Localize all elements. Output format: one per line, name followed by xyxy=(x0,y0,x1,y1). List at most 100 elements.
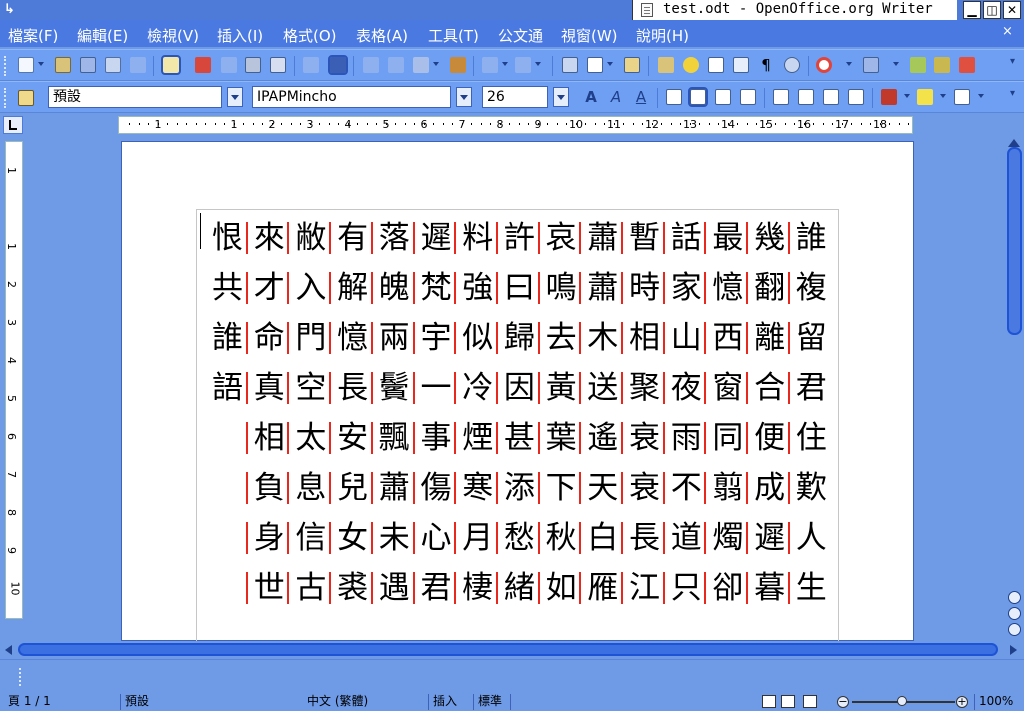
character[interactable]: 成 xyxy=(749,466,790,510)
character[interactable]: 甚 xyxy=(499,416,540,460)
character[interactable]: 門 xyxy=(290,316,331,360)
character[interactable]: 添 xyxy=(499,466,540,510)
character[interactable]: 兩 xyxy=(374,316,415,360)
character[interactable]: 歸 xyxy=(499,316,540,360)
save-as-dropdown-icon[interactable] xyxy=(893,62,899,66)
character[interactable]: 息 xyxy=(290,466,331,510)
vertical-ruler[interactable]: 1 1 2 3 4 5 6 7 8 9 10 xyxy=(5,141,23,619)
extra-icon-2[interactable] xyxy=(934,57,950,73)
character[interactable]: 一 xyxy=(416,366,457,410)
page-indicator[interactable]: 頁 1 / 1 xyxy=(4,694,51,710)
font-size-field[interactable]: 26 xyxy=(482,86,548,108)
styles-icon[interactable] xyxy=(18,90,34,106)
character[interactable]: 窗 xyxy=(707,366,748,410)
character[interactable]: 語 xyxy=(207,366,248,410)
paragraph-style-dropdown-icon[interactable] xyxy=(227,87,243,107)
single-page-view-icon[interactable] xyxy=(762,695,776,708)
character[interactable]: 幾 xyxy=(749,216,790,260)
character[interactable]: 翻 xyxy=(749,266,790,310)
character[interactable]: 同 xyxy=(707,416,748,460)
character[interactable]: 暫 xyxy=(624,216,665,260)
new-icon[interactable] xyxy=(18,57,34,73)
paste-dropdown-icon[interactable] xyxy=(433,62,439,66)
pilcrow-icon[interactable]: ¶ xyxy=(758,57,774,73)
character[interactable]: 長 xyxy=(624,516,665,560)
horizontal-scrollbar[interactable] xyxy=(0,641,1024,659)
character[interactable]: 世 xyxy=(249,566,290,610)
character[interactable]: 君 xyxy=(791,366,832,410)
font-color-icon[interactable] xyxy=(881,89,897,105)
character[interactable]: 來 xyxy=(249,216,290,260)
minimize-icon[interactable]: ▁ xyxy=(963,1,981,19)
character[interactable]: 雨 xyxy=(666,416,707,460)
menu-format[interactable]: 格式(O) xyxy=(283,25,337,46)
menu-file[interactable]: 檔案(F) xyxy=(8,25,58,46)
character[interactable]: 遙 xyxy=(582,416,623,460)
save-as-icon[interactable] xyxy=(863,57,879,73)
shadow-font-icon[interactable]: A xyxy=(633,89,649,105)
character[interactable]: 遇 xyxy=(374,566,415,610)
character[interactable]: 天 xyxy=(582,466,623,510)
menu-gongwentong[interactable]: 公文通 xyxy=(498,25,543,46)
scroll-left-icon[interactable] xyxy=(5,645,12,655)
character[interactable]: 聚 xyxy=(624,366,665,410)
horizontal-ruler[interactable]: 1123456789101112131415161718 xyxy=(118,116,913,134)
character[interactable]: 事 xyxy=(416,416,457,460)
toolbar-more-icon[interactable]: ▾ xyxy=(1010,56,1015,67)
book-view-icon[interactable] xyxy=(803,695,817,708)
character[interactable]: 夜 xyxy=(666,366,707,410)
character[interactable]: 衰 xyxy=(624,466,665,510)
redo-dropdown-icon[interactable] xyxy=(535,62,541,66)
nonprinting-chars-icon[interactable] xyxy=(733,57,749,73)
open-icon[interactable] xyxy=(55,57,71,73)
language-indicator[interactable]: 中文 (繁體) xyxy=(303,694,368,710)
character[interactable]: 棲 xyxy=(457,566,498,610)
character[interactable]: 生 xyxy=(791,566,832,610)
character[interactable]: 送 xyxy=(582,366,623,410)
align-right-icon[interactable] xyxy=(715,89,731,105)
character[interactable]: 許 xyxy=(499,216,540,260)
edit-file-icon[interactable] xyxy=(130,57,146,73)
character[interactable]: 葉 xyxy=(541,416,582,460)
character[interactable]: 空 xyxy=(290,366,331,410)
menu-tools[interactable]: 工具(T) xyxy=(428,25,479,46)
character[interactable]: 宇 xyxy=(416,316,457,360)
zoom-in-icon[interactable]: + xyxy=(956,696,968,708)
character[interactable]: 留 xyxy=(791,316,832,360)
table-icon[interactable] xyxy=(587,57,603,73)
scroll-right-icon[interactable] xyxy=(1010,645,1017,655)
clone-format-icon[interactable] xyxy=(450,57,466,73)
character[interactable]: 卻 xyxy=(707,566,748,610)
menu-view[interactable]: 檢視(V) xyxy=(147,25,199,46)
highlight-icon[interactable] xyxy=(917,89,933,105)
character[interactable]: 似 xyxy=(457,316,498,360)
vertical-scrollbar[interactable] xyxy=(1005,137,1024,641)
character[interactable]: 落 xyxy=(374,216,415,260)
multi-page-view-icon[interactable] xyxy=(781,695,795,708)
character[interactable]: 住 xyxy=(791,416,832,460)
character[interactable]: 遲 xyxy=(749,516,790,560)
character[interactable]: 有 xyxy=(332,216,373,260)
character[interactable]: 兒 xyxy=(332,466,373,510)
data-sources-icon[interactable] xyxy=(708,57,724,73)
background-color-dropdown-icon[interactable] xyxy=(978,94,984,98)
character[interactable]: 太 xyxy=(290,416,331,460)
increase-indent-icon[interactable] xyxy=(848,89,864,105)
character[interactable]: 魄 xyxy=(374,266,415,310)
outline-font-icon[interactable]: A xyxy=(583,89,599,105)
character[interactable]: 信 xyxy=(290,516,331,560)
character[interactable]: 冷 xyxy=(457,366,498,410)
character[interactable]: 便 xyxy=(749,416,790,460)
toolbar-grip[interactable] xyxy=(4,88,8,108)
highlight-dropdown-icon[interactable] xyxy=(940,94,946,98)
character[interactable]: 衰 xyxy=(624,416,665,460)
character[interactable]: 古 xyxy=(290,566,331,610)
character[interactable]: 蕭 xyxy=(582,216,623,260)
toolbar-grip[interactable] xyxy=(4,56,8,76)
character[interactable]: 雁 xyxy=(582,566,623,610)
character[interactable]: 曰 xyxy=(499,266,540,310)
character[interactable]: 身 xyxy=(249,516,290,560)
character[interactable]: 最 xyxy=(707,216,748,260)
character[interactable]: 梵 xyxy=(416,266,457,310)
character[interactable]: 命 xyxy=(249,316,290,360)
